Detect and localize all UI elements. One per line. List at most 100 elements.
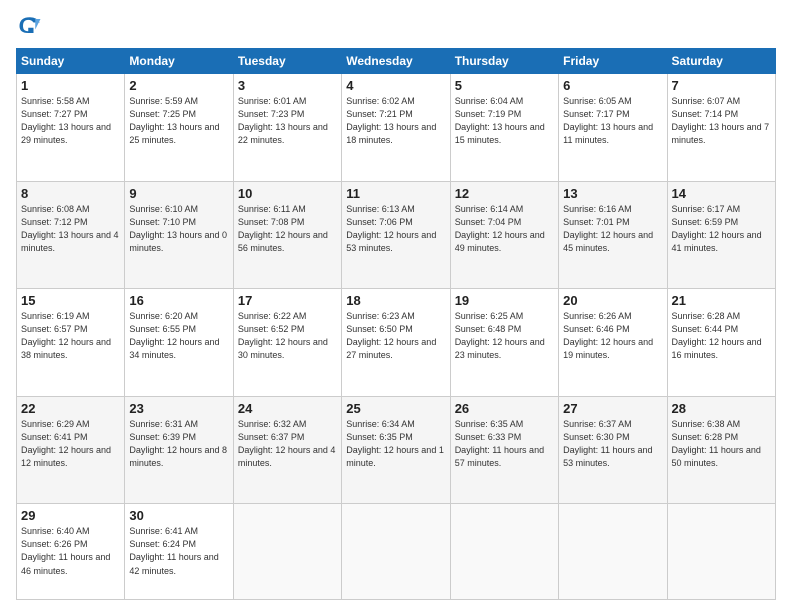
day-info: Sunrise: 5:58 AM Sunset: 7:27 PM Dayligh… [21,95,120,147]
calendar-cell: 30 Sunrise: 6:41 AM Sunset: 6:24 PM Dayl… [125,504,233,600]
day-number: 26 [455,401,554,416]
calendar-cell: 12 Sunrise: 6:14 AM Sunset: 7:04 PM Dayl… [450,181,558,289]
day-number: 13 [563,186,662,201]
calendar-cell: 13 Sunrise: 6:16 AM Sunset: 7:01 PM Dayl… [559,181,667,289]
day-info: Sunrise: 6:01 AM Sunset: 7:23 PM Dayligh… [238,95,337,147]
calendar-cell: 1 Sunrise: 5:58 AM Sunset: 7:27 PM Dayli… [17,74,125,182]
day-info: Sunrise: 6:37 AM Sunset: 6:30 PM Dayligh… [563,418,662,470]
calendar-cell: 7 Sunrise: 6:07 AM Sunset: 7:14 PM Dayli… [667,74,775,182]
day-number: 20 [563,293,662,308]
calendar-week-row: 8 Sunrise: 6:08 AM Sunset: 7:12 PM Dayli… [17,181,776,289]
day-info: Sunrise: 6:04 AM Sunset: 7:19 PM Dayligh… [455,95,554,147]
calendar-cell: 3 Sunrise: 6:01 AM Sunset: 7:23 PM Dayli… [233,74,341,182]
calendar-cell: 16 Sunrise: 6:20 AM Sunset: 6:55 PM Dayl… [125,289,233,397]
day-info: Sunrise: 6:08 AM Sunset: 7:12 PM Dayligh… [21,203,120,255]
calendar-cell [559,504,667,600]
calendar-cell: 2 Sunrise: 5:59 AM Sunset: 7:25 PM Dayli… [125,74,233,182]
calendar-table: SundayMondayTuesdayWednesdayThursdayFrid… [16,48,776,600]
day-info: Sunrise: 6:38 AM Sunset: 6:28 PM Dayligh… [672,418,771,470]
calendar-week-row: 22 Sunrise: 6:29 AM Sunset: 6:41 PM Dayl… [17,396,776,504]
day-info: Sunrise: 6:29 AM Sunset: 6:41 PM Dayligh… [21,418,120,470]
calendar-cell: 28 Sunrise: 6:38 AM Sunset: 6:28 PM Dayl… [667,396,775,504]
calendar-cell: 15 Sunrise: 6:19 AM Sunset: 6:57 PM Dayl… [17,289,125,397]
day-info: Sunrise: 6:41 AM Sunset: 6:24 PM Dayligh… [129,525,228,577]
day-info: Sunrise: 6:35 AM Sunset: 6:33 PM Dayligh… [455,418,554,470]
day-number: 16 [129,293,228,308]
day-info: Sunrise: 6:28 AM Sunset: 6:44 PM Dayligh… [672,310,771,362]
day-info: Sunrise: 6:02 AM Sunset: 7:21 PM Dayligh… [346,95,445,147]
weekday-header: Saturday [667,49,775,74]
day-number: 9 [129,186,228,201]
day-info: Sunrise: 6:14 AM Sunset: 7:04 PM Dayligh… [455,203,554,255]
day-info: Sunrise: 6:20 AM Sunset: 6:55 PM Dayligh… [129,310,228,362]
day-info: Sunrise: 6:34 AM Sunset: 6:35 PM Dayligh… [346,418,445,470]
calendar-cell: 19 Sunrise: 6:25 AM Sunset: 6:48 PM Dayl… [450,289,558,397]
day-number: 8 [21,186,120,201]
day-number: 1 [21,78,120,93]
calendar-cell: 10 Sunrise: 6:11 AM Sunset: 7:08 PM Dayl… [233,181,341,289]
calendar-cell: 24 Sunrise: 6:32 AM Sunset: 6:37 PM Dayl… [233,396,341,504]
day-number: 30 [129,508,228,523]
day-info: Sunrise: 5:59 AM Sunset: 7:25 PM Dayligh… [129,95,228,147]
day-number: 18 [346,293,445,308]
weekday-header: Sunday [17,49,125,74]
calendar-cell: 20 Sunrise: 6:26 AM Sunset: 6:46 PM Dayl… [559,289,667,397]
calendar-cell: 9 Sunrise: 6:10 AM Sunset: 7:10 PM Dayli… [125,181,233,289]
day-info: Sunrise: 6:25 AM Sunset: 6:48 PM Dayligh… [455,310,554,362]
calendar-cell: 17 Sunrise: 6:22 AM Sunset: 6:52 PM Dayl… [233,289,341,397]
day-info: Sunrise: 6:10 AM Sunset: 7:10 PM Dayligh… [129,203,228,255]
calendar-cell: 22 Sunrise: 6:29 AM Sunset: 6:41 PM Dayl… [17,396,125,504]
day-number: 21 [672,293,771,308]
page: SundayMondayTuesdayWednesdayThursdayFrid… [0,0,792,612]
calendar-cell: 5 Sunrise: 6:04 AM Sunset: 7:19 PM Dayli… [450,74,558,182]
calendar-cell: 11 Sunrise: 6:13 AM Sunset: 7:06 PM Dayl… [342,181,450,289]
logo-icon [16,12,44,40]
day-number: 29 [21,508,120,523]
day-number: 28 [672,401,771,416]
day-info: Sunrise: 6:07 AM Sunset: 7:14 PM Dayligh… [672,95,771,147]
day-number: 24 [238,401,337,416]
day-number: 19 [455,293,554,308]
calendar-week-row: 29 Sunrise: 6:40 AM Sunset: 6:26 PM Dayl… [17,504,776,600]
calendar-cell: 25 Sunrise: 6:34 AM Sunset: 6:35 PM Dayl… [342,396,450,504]
calendar-cell: 21 Sunrise: 6:28 AM Sunset: 6:44 PM Dayl… [667,289,775,397]
logo [16,12,48,40]
calendar-cell: 29 Sunrise: 6:40 AM Sunset: 6:26 PM Dayl… [17,504,125,600]
calendar-cell [233,504,341,600]
calendar-cell: 6 Sunrise: 6:05 AM Sunset: 7:17 PM Dayli… [559,74,667,182]
day-number: 25 [346,401,445,416]
calendar-cell: 27 Sunrise: 6:37 AM Sunset: 6:30 PM Dayl… [559,396,667,504]
day-number: 12 [455,186,554,201]
weekday-header: Wednesday [342,49,450,74]
day-info: Sunrise: 6:22 AM Sunset: 6:52 PM Dayligh… [238,310,337,362]
calendar-cell: 14 Sunrise: 6:17 AM Sunset: 6:59 PM Dayl… [667,181,775,289]
weekday-header: Tuesday [233,49,341,74]
day-info: Sunrise: 6:26 AM Sunset: 6:46 PM Dayligh… [563,310,662,362]
day-number: 23 [129,401,228,416]
weekday-header: Friday [559,49,667,74]
day-info: Sunrise: 6:05 AM Sunset: 7:17 PM Dayligh… [563,95,662,147]
day-info: Sunrise: 6:16 AM Sunset: 7:01 PM Dayligh… [563,203,662,255]
calendar-cell: 23 Sunrise: 6:31 AM Sunset: 6:39 PM Dayl… [125,396,233,504]
day-info: Sunrise: 6:32 AM Sunset: 6:37 PM Dayligh… [238,418,337,470]
day-info: Sunrise: 6:23 AM Sunset: 6:50 PM Dayligh… [346,310,445,362]
day-number: 5 [455,78,554,93]
calendar-week-row: 1 Sunrise: 5:58 AM Sunset: 7:27 PM Dayli… [17,74,776,182]
calendar-cell: 8 Sunrise: 6:08 AM Sunset: 7:12 PM Dayli… [17,181,125,289]
day-number: 2 [129,78,228,93]
day-number: 17 [238,293,337,308]
day-number: 6 [563,78,662,93]
weekday-header-row: SundayMondayTuesdayWednesdayThursdayFrid… [17,49,776,74]
calendar-cell [342,504,450,600]
day-number: 4 [346,78,445,93]
day-info: Sunrise: 6:40 AM Sunset: 6:26 PM Dayligh… [21,525,120,577]
day-number: 10 [238,186,337,201]
day-number: 15 [21,293,120,308]
calendar-cell [450,504,558,600]
day-info: Sunrise: 6:13 AM Sunset: 7:06 PM Dayligh… [346,203,445,255]
calendar-cell [667,504,775,600]
day-info: Sunrise: 6:31 AM Sunset: 6:39 PM Dayligh… [129,418,228,470]
calendar-week-row: 15 Sunrise: 6:19 AM Sunset: 6:57 PM Dayl… [17,289,776,397]
calendar-cell: 18 Sunrise: 6:23 AM Sunset: 6:50 PM Dayl… [342,289,450,397]
weekday-header: Thursday [450,49,558,74]
